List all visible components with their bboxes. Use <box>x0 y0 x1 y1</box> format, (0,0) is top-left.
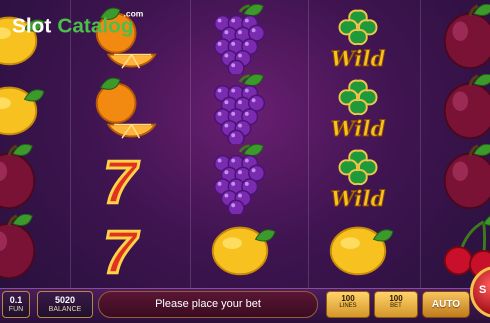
slot-game: 77 Wild Wild Wild Slot Catalog .com 0.1 FU… <box>0 0 490 323</box>
status-message: Please place your bet <box>98 291 318 318</box>
svg-text:Slot: Slot <box>12 14 51 37</box>
lines-value: 100 <box>341 294 355 303</box>
lines-label: LINES <box>339 303 357 309</box>
reel-1 <box>0 0 58 288</box>
seven-icon: 7 <box>102 216 141 284</box>
balance-label: BALANCE <box>48 306 82 313</box>
plum-icon <box>0 214 36 280</box>
plum-icon <box>0 144 36 210</box>
slotcatalog-logo: Slot Catalog .com <box>12 8 144 37</box>
lines-button[interactable]: 100 LINES <box>326 291 370 318</box>
svg-text:Wild: Wild <box>331 117 386 142</box>
bet-label: BET <box>390 303 402 309</box>
svg-text:Wild: Wild <box>331 47 386 72</box>
reel-5 <box>420 0 490 288</box>
wild-icon: Wild <box>330 79 386 143</box>
seven-icon: 7 <box>102 146 141 214</box>
plum-icon <box>443 144 490 210</box>
bet-value: 100 <box>389 294 403 303</box>
auto-button[interactable]: AUTO <box>422 291 470 318</box>
grapes-icon <box>213 4 266 74</box>
grapes-icon <box>213 144 266 214</box>
orange-icon <box>95 77 157 139</box>
bet-button[interactable]: 100 BET <box>374 291 418 318</box>
balance-box: 5020 BALANCE <box>37 291 93 318</box>
lemon-icon <box>0 86 45 136</box>
reel-4: Wild Wild Wild <box>308 0 407 288</box>
reel-2: 77 <box>70 0 169 288</box>
reel-area: 77 Wild Wild Wild <box>0 0 490 288</box>
lemon-icon <box>329 226 394 276</box>
balance-value: 5020 <box>54 295 76 305</box>
spin-label: S <box>479 284 487 296</box>
svg-text:.com: .com <box>124 8 144 18</box>
svg-text:Catalog: Catalog <box>57 14 133 37</box>
reel-3 <box>190 0 289 288</box>
grapes-icon <box>213 74 266 144</box>
fun-value: 0.1 <box>9 295 23 305</box>
plum-icon <box>443 74 490 140</box>
wild-icon: Wild <box>330 9 386 73</box>
svg-text:7: 7 <box>103 147 139 214</box>
svg-text:7: 7 <box>103 217 139 284</box>
lemon-icon <box>211 226 276 276</box>
wild-icon: Wild <box>330 149 386 213</box>
fun-box: 0.1 FUN <box>2 291 30 318</box>
fun-label: FUN <box>8 306 24 313</box>
svg-text:Wild: Wild <box>331 187 386 212</box>
plum-icon <box>443 4 490 70</box>
